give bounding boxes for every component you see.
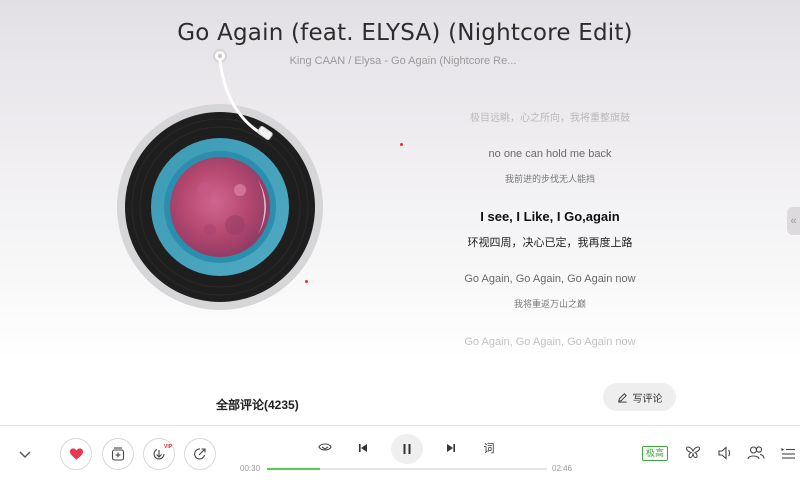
current-lyric-line: I see, I Like, I Go,again — [480, 209, 620, 224]
sound-quality-button[interactable]: 极高 — [642, 446, 669, 461]
listen-together-button[interactable] — [746, 444, 766, 462]
next-icon — [447, 444, 455, 452]
current-lyric-translation: 环视四周，决心已定，我再度上路 — [467, 237, 633, 249]
share-icon — [194, 448, 206, 460]
lyrics-toggle-label: 词 — [483, 443, 495, 455]
like-button[interactable] — [60, 438, 92, 470]
pause-icon — [403, 444, 411, 454]
lyric-line: no one can hold me back — [488, 148, 612, 160]
next-button[interactable] — [443, 439, 459, 457]
lyric-translation: 我将重返万山之巅 — [513, 299, 586, 309]
sound-effects-button[interactable] — [684, 444, 702, 462]
vinyl-record — [117, 49, 323, 310]
total-time: 02:46 — [552, 464, 573, 473]
all-comments-header: 全部评论(4235) — [216, 398, 299, 412]
add-to-playlist-icon — [111, 447, 125, 461]
side-panel-toggle[interactable]: « — [787, 207, 800, 235]
chevron-down-icon — [19, 451, 31, 458]
listen-together-icon — [747, 446, 765, 460]
red-dot-marker — [305, 280, 308, 283]
heart-icon — [69, 448, 83, 460]
player-bar: VIP 词 00:30 02:46 极高 — [0, 425, 800, 480]
write-comment-label: 写评论 — [632, 393, 663, 405]
collapse-player-button[interactable] — [16, 446, 34, 462]
pause-button[interactable] — [391, 434, 423, 464]
volume-button[interactable] — [716, 444, 734, 462]
download-button[interactable]: VIP — [143, 438, 175, 470]
double-chevron-left-icon: « — [790, 215, 797, 227]
playlist-icon — [781, 448, 795, 459]
butterfly-effects-icon — [685, 446, 701, 459]
loop-mode-icon — [318, 443, 332, 451]
previous-icon — [359, 444, 367, 452]
previous-button[interactable] — [355, 439, 371, 457]
playlist-button[interactable] — [779, 444, 797, 462]
progress-bar[interactable] — [267, 468, 547, 470]
volume-icon — [718, 446, 731, 460]
vip-badge: VIP — [164, 444, 173, 450]
play-mode-button[interactable] — [316, 439, 334, 457]
lyric-line: Go Again, Go Again, Go Again now — [464, 336, 636, 348]
share-button[interactable] — [184, 438, 216, 470]
lyric-line: Go Again, Go Again, Go Again now — [464, 273, 636, 285]
lyrics-toggle-button[interactable]: 词 — [480, 439, 498, 457]
red-dot-marker — [400, 143, 403, 146]
lyric-translation: 我前进的步伐无人能挡 — [504, 174, 595, 184]
write-comment-button[interactable]: 写评论 — [603, 383, 676, 411]
pencil-icon — [617, 392, 627, 403]
lyric-line: 极目远眺，心之所向，我将重整旗鼓 — [470, 113, 630, 124]
progress-fill — [267, 468, 321, 470]
current-time: 00:30 — [240, 464, 261, 473]
add-to-playlist-button[interactable] — [102, 438, 134, 470]
